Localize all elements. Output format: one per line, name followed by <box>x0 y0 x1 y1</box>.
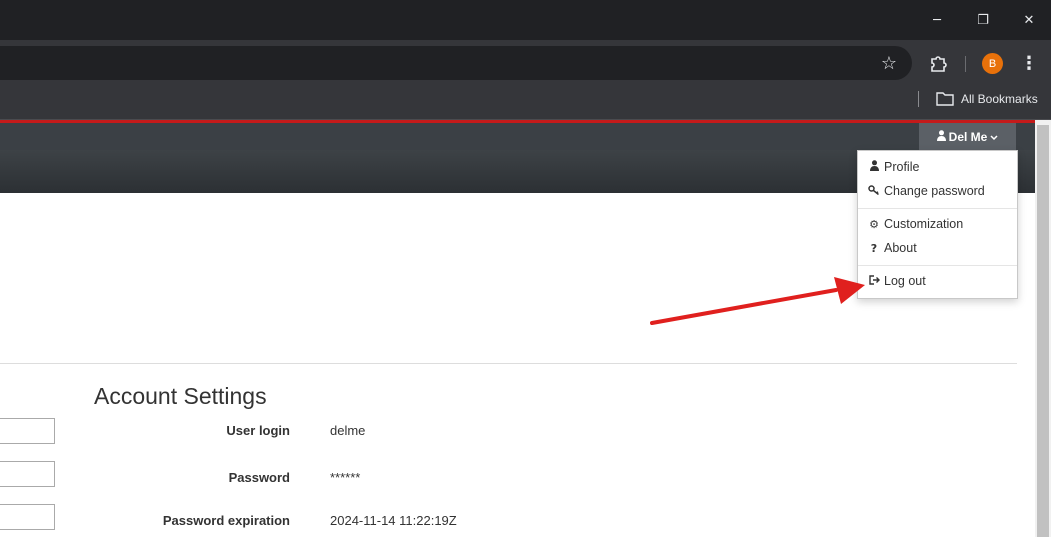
profile-avatar[interactable]: B <box>982 53 1003 74</box>
question-icon: ? <box>870 241 878 255</box>
top-nav-bar <box>0 123 1035 150</box>
scrollbar-thumb[interactable] <box>1037 125 1049 537</box>
browser-title-bar <box>0 0 1051 40</box>
toolbar-separator <box>965 56 966 72</box>
password-label: Password <box>228 470 290 485</box>
key-icon <box>868 184 880 198</box>
folder-icon[interactable] <box>936 92 954 106</box>
red-arrow-annotation <box>650 277 865 325</box>
bookmarks-bar <box>0 83 1051 120</box>
bookmarks-separator <box>918 91 919 107</box>
user-menu-button[interactable]: Del Me <box>919 123 1016 150</box>
section-divider <box>0 363 1017 364</box>
user-dropdown-menu: Profile Change password ⚙ Customization … <box>857 150 1018 299</box>
close-window-button[interactable]: ✕ <box>1006 0 1051 40</box>
menu-divider <box>858 265 1017 266</box>
user-menu-label: Del Me <box>948 129 988 144</box>
user-login-label: User login <box>226 423 290 438</box>
gear-icon: ⚙ <box>869 217 879 231</box>
menu-item-label: Customization <box>884 217 964 231</box>
user-login-value: delme <box>330 423 366 438</box>
chevron-down-icon <box>990 130 998 144</box>
all-bookmarks-link[interactable]: All Bookmarks <box>961 92 1038 106</box>
browser-menu-icon[interactable]: ⋮ <box>1019 52 1039 74</box>
menu-item-profile[interactable]: Profile <box>868 160 919 174</box>
account-settings-heading: Account Settings <box>94 383 267 409</box>
password-expiration-value: 2024-11-14 11:22:19Z <box>330 513 457 528</box>
user-icon <box>936 129 946 144</box>
password-expiration-label: Password expiration <box>162 513 290 528</box>
menu-divider <box>858 208 1017 209</box>
address-bar[interactable] <box>0 46 912 80</box>
menu-item-label: Log out <box>884 274 926 288</box>
extensions-puzzle-icon[interactable] <box>929 53 949 73</box>
menu-item-customization[interactable]: ⚙ Customization <box>868 217 963 231</box>
bookmark-star-icon[interactable]: ☆ <box>878 51 900 75</box>
menu-item-label: About <box>884 241 917 255</box>
menu-item-change-password[interactable]: Change password <box>868 184 985 198</box>
restore-button[interactable]: ❐ <box>960 0 1006 40</box>
minimize-button[interactable]: ─ <box>914 0 960 40</box>
password-value: ****** <box>330 470 361 485</box>
menu-item-label: Change password <box>884 184 985 198</box>
user-icon <box>868 160 880 174</box>
menu-item-label: Profile <box>884 160 920 174</box>
menu-item-about[interactable]: ? About <box>868 241 917 255</box>
